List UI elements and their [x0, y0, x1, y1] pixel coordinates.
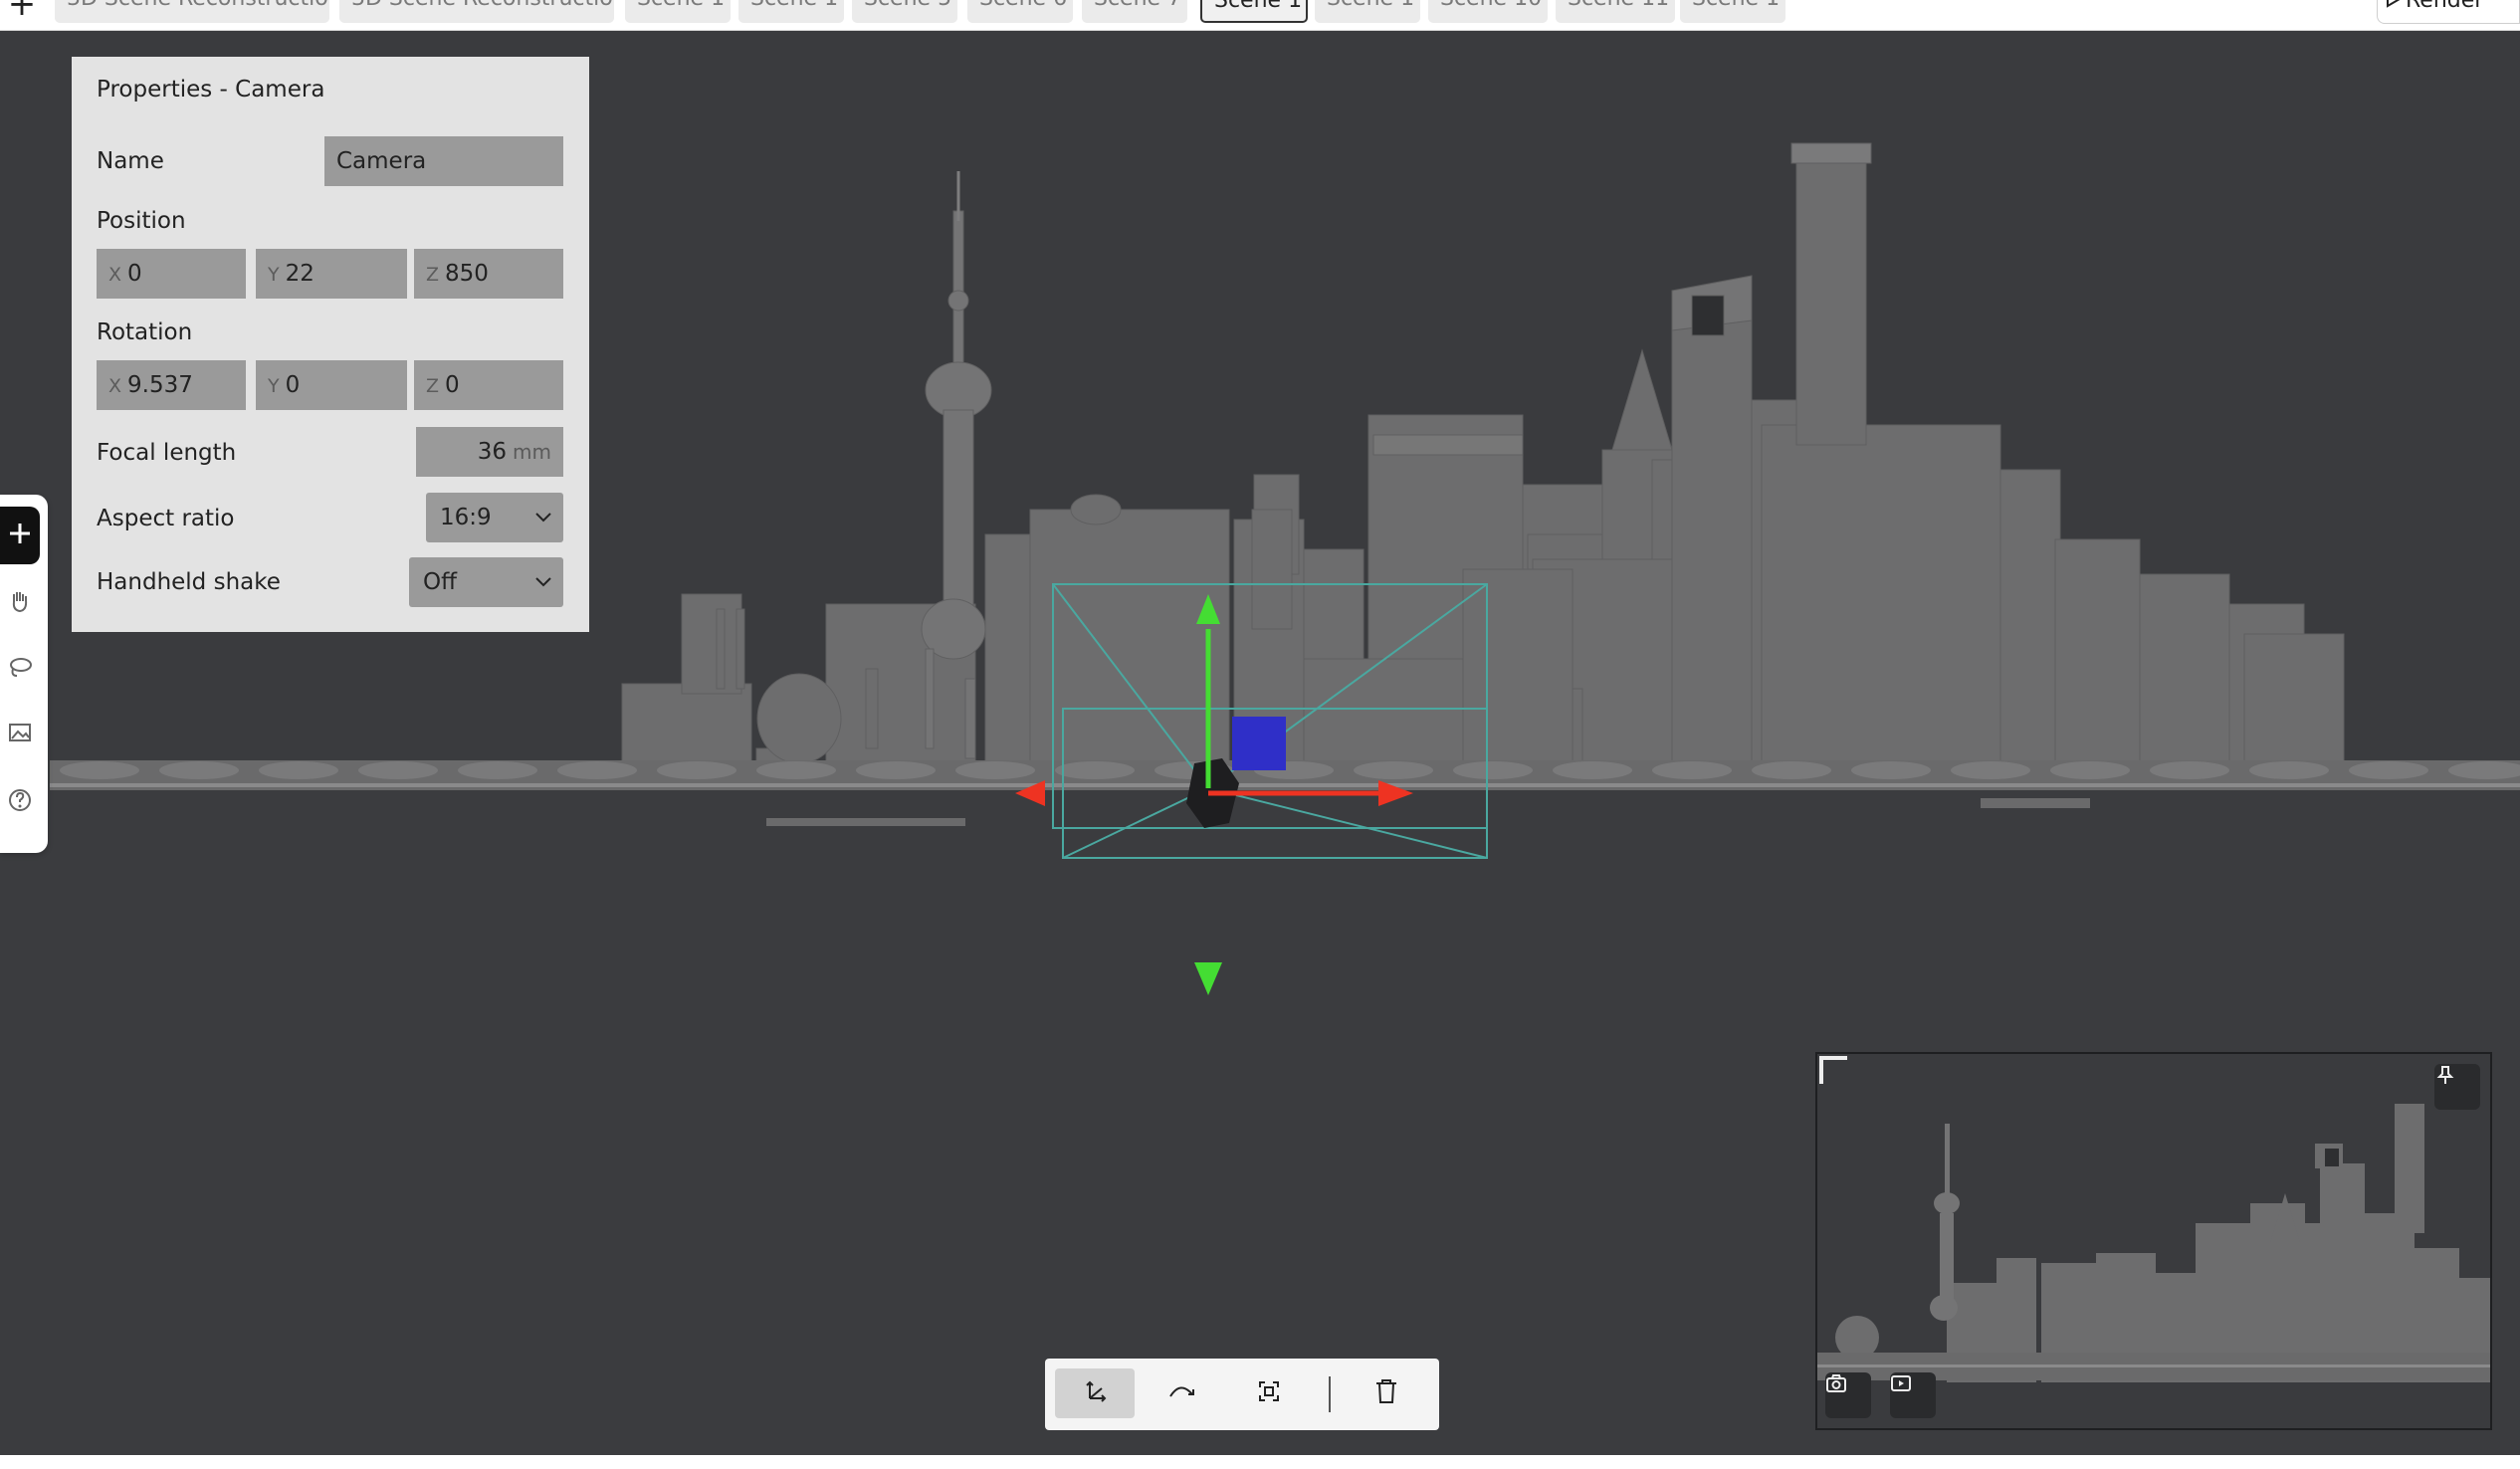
gizmo-z-handle[interactable]	[1232, 717, 1286, 770]
handheld-shake-value: Off	[423, 569, 457, 595]
transform-toolbar	[1045, 1359, 1439, 1430]
position-y-value: 22	[285, 261, 315, 287]
handheld-shake-select[interactable]: Off	[409, 557, 563, 607]
tab-scene-1-b[interactable]: Scene 1	[738, 0, 844, 23]
boat-left	[766, 818, 965, 826]
panel-title: Properties - Camera	[97, 77, 325, 103]
snapshot-button[interactable]	[1825, 1372, 1871, 1418]
play-icon	[2384, 0, 2404, 17]
name-label: Name	[97, 148, 164, 174]
tab-scene-1-a[interactable]: Scene 1	[625, 0, 731, 23]
app-root: + 3D Scene Reconstruction 3D Scene Recon…	[0, 0, 2520, 1469]
rotation-label: Rotation	[97, 319, 193, 345]
aspect-ratio-select[interactable]: 16:9	[426, 493, 563, 542]
render-button[interactable]: Render	[2377, 0, 2520, 24]
rotation-z-value: 0	[445, 372, 460, 398]
toolbar-divider	[1329, 1376, 1331, 1412]
axis-z-label: Z	[426, 375, 440, 397]
preview-corner-marker	[1819, 1056, 1847, 1084]
rotation-x-value: 9.537	[127, 372, 193, 398]
position-x-field[interactable]: X0	[97, 249, 246, 299]
properties-panel: Properties - Camera Name Camera Position…	[72, 57, 589, 632]
tab-scene-1-active[interactable]: Scene 1	[1200, 0, 1308, 23]
tab-scene-1-d[interactable]: Scene 1	[1680, 0, 1785, 23]
bottom-strip	[0, 1455, 2520, 1469]
trash-icon	[1371, 1376, 1401, 1410]
rotate-icon	[1166, 1376, 1196, 1410]
skyline	[621, 142, 2345, 789]
move-tool-button[interactable]	[1055, 1368, 1135, 1418]
tab-scene-1-c[interactable]: Scene 1	[1315, 0, 1420, 23]
tab-scene-11[interactable]: Scene 11	[1556, 0, 1675, 23]
promenade-line	[50, 783, 2520, 787]
chevron-down-icon	[533, 493, 553, 560]
left-toolbar	[0, 495, 48, 853]
rotation-y-field[interactable]: Y0	[256, 360, 407, 410]
tab-bar: + 3D Scene Reconstruction 3D Scene Recon…	[0, 0, 2520, 31]
handheld-shake-label: Handheld shake	[97, 569, 281, 595]
image-icon	[7, 720, 33, 749]
position-y-field[interactable]: Y 22	[256, 249, 407, 299]
axis-z-label: Z	[426, 264, 440, 286]
rotation-x-field[interactable]: X 9.537	[97, 360, 246, 410]
axis-y-label: Y	[268, 264, 280, 286]
add-icon	[7, 521, 33, 550]
help-icon	[7, 787, 33, 817]
move-icon	[1080, 1376, 1110, 1410]
record-video-button[interactable]	[1890, 1372, 1936, 1418]
focal-length-value: 36	[477, 439, 508, 465]
tab-scene-6[interactable]: Scene 6	[967, 0, 1073, 23]
camera-preview[interactable]	[1815, 1052, 2492, 1430]
rotate-tool-button[interactable]	[1142, 1368, 1221, 1418]
axis-x-label: X	[108, 264, 122, 286]
tab-3d-scene-reconstruction-2[interactable]: 3D Scene Reconstruction	[339, 0, 614, 23]
aspect-ratio-value: 16:9	[440, 505, 492, 530]
delete-button[interactable]	[1347, 1368, 1426, 1418]
scale-tool-button[interactable]	[1229, 1368, 1309, 1418]
position-x-value: 0	[127, 261, 142, 287]
render-label: Render	[2406, 0, 2484, 13]
axis-y-label: Y	[268, 375, 280, 397]
tab-scene-10[interactable]: Scene 10	[1428, 0, 1548, 23]
position-z-field[interactable]: Z 850	[414, 249, 563, 299]
help-button[interactable]	[0, 773, 40, 831]
preview-skyline	[1835, 1104, 2490, 1382]
boat-right	[1981, 798, 2090, 808]
add-tab-button[interactable]: +	[4, 0, 40, 22]
pan-tool-button[interactable]	[0, 574, 40, 632]
add-object-button[interactable]	[0, 507, 40, 564]
rotation-z-field[interactable]: Z0	[414, 360, 563, 410]
axis-x-label: X	[108, 375, 122, 397]
position-z-value: 850	[445, 261, 489, 287]
name-field[interactable]: Camera	[324, 136, 563, 186]
image-tool-button[interactable]	[0, 706, 40, 763]
rotation-y-value: 0	[285, 372, 301, 398]
tab-scene-5[interactable]: Scene 5	[852, 0, 957, 23]
lasso-icon	[7, 654, 33, 684]
focal-length-field[interactable]: 36 mm	[416, 427, 563, 477]
hand-icon	[7, 588, 33, 618]
tab-3d-scene-reconstruction-1[interactable]: 3D Scene Reconstruction	[55, 0, 329, 23]
pin-preview-button[interactable]	[2434, 1064, 2480, 1110]
focal-length-label: Focal length	[97, 440, 237, 466]
aspect-ratio-label: Aspect ratio	[97, 506, 235, 531]
chevron-down-icon	[533, 557, 553, 625]
focal-length-unit: mm	[513, 440, 551, 464]
lasso-tool-button[interactable]	[0, 640, 40, 698]
tab-scene-7[interactable]: Scene 7	[1082, 0, 1187, 23]
preview-promenade	[1817, 1364, 2490, 1367]
position-label: Position	[97, 208, 186, 234]
scale-icon	[1254, 1376, 1284, 1410]
